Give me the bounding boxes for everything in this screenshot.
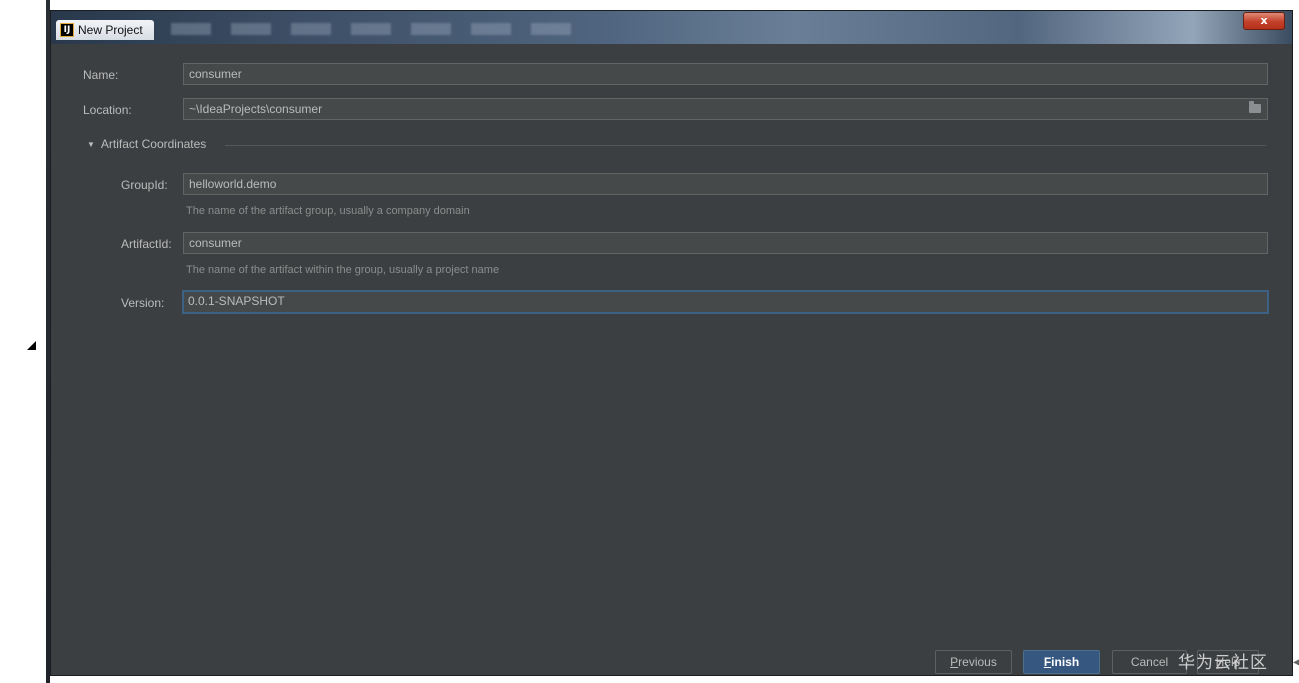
watermark-text: 华为云社区 xyxy=(1178,653,1268,673)
blurred-background-menu xyxy=(171,23,571,35)
dialog-content: Name: consumer Location: ~\IdeaProjects\… xyxy=(51,44,1292,675)
scroll-arrow-icon: ◀ xyxy=(1293,657,1299,668)
artifactid-field[interactable]: consumer xyxy=(183,232,1268,254)
previous-button[interactable]: Previous xyxy=(935,650,1012,674)
artifactid-label: ArtifactId: xyxy=(121,237,172,251)
section-title: Artifact Coordinates xyxy=(100,137,207,151)
version-field[interactable]: 0.0.1-SNAPSHOT xyxy=(182,290,1269,314)
window-title: New Project xyxy=(78,23,143,37)
finish-label: inish xyxy=(1051,655,1080,669)
version-label: Version: xyxy=(121,296,165,310)
triangle-down-icon: ▼ xyxy=(87,139,95,149)
location-field[interactable]: ~\IdeaProjects\consumer xyxy=(183,98,1268,120)
finish-button[interactable]: Finish xyxy=(1023,650,1100,674)
artifactid-hint: The name of the artifact within the grou… xyxy=(186,264,500,276)
close-button[interactable]: x xyxy=(1243,12,1285,30)
title-bar[interactable]: IJ New Project x xyxy=(51,11,1292,44)
artifact-coordinates-toggle[interactable]: ▼ Artifact Coordinates xyxy=(87,137,206,151)
cursor-marker-icon xyxy=(27,341,36,350)
previous-label: revious xyxy=(958,655,997,669)
location-value: ~\IdeaProjects\consumer xyxy=(189,102,323,116)
new-project-dialog: IJ New Project x Name: consumer Location… xyxy=(50,10,1293,676)
previous-mnemonic: P xyxy=(950,655,959,669)
cancel-button[interactable]: Cancel xyxy=(1112,650,1187,674)
groupid-label: GroupId: xyxy=(121,178,168,192)
location-label: Location: xyxy=(83,103,132,117)
folder-icon[interactable] xyxy=(1249,101,1261,113)
name-field[interactable]: consumer xyxy=(183,63,1268,85)
name-label: Name: xyxy=(83,68,119,82)
section-divider xyxy=(225,145,1266,146)
intellij-app-icon: IJ xyxy=(60,23,74,37)
title-tab: IJ New Project xyxy=(56,20,154,40)
groupid-field[interactable]: helloworld.demo xyxy=(183,173,1268,195)
close-icon: x xyxy=(1260,14,1268,27)
groupid-hint: The name of the artifact group, usually … xyxy=(186,205,470,217)
